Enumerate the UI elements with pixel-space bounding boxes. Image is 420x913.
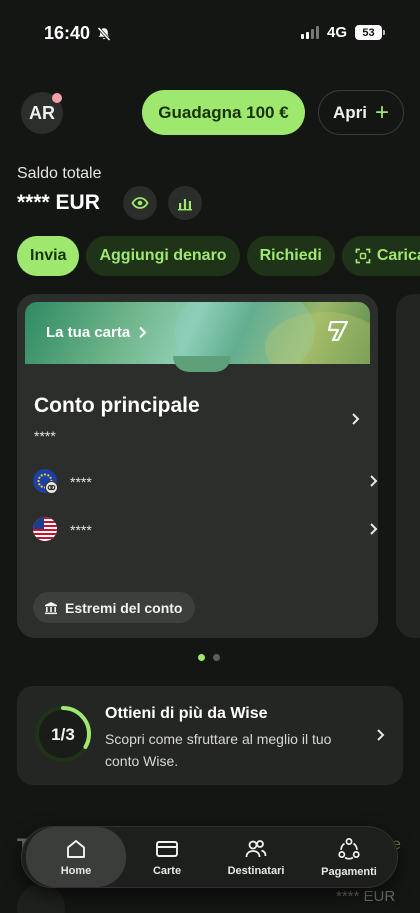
tab-cards-label: Carte — [152, 864, 182, 877]
scan-icon — [355, 248, 371, 264]
recipients-icon — [245, 839, 267, 857]
chevron-right-icon — [370, 523, 378, 535]
main-account-card[interactable]: La tua carta Conto principale **** **** … — [17, 294, 378, 638]
wise-logo-icon — [327, 321, 348, 341]
payments-icon — [338, 837, 360, 860]
tab-home-label: Home — [60, 864, 92, 877]
transaction-amount-partial: **** EUR — [336, 888, 396, 905]
bar-chart-icon — [178, 199, 192, 211]
eye-icon — [131, 197, 149, 209]
carousel-dot[interactable] — [213, 654, 220, 661]
account-details-button[interactable]: Estremi del conto — [33, 592, 196, 623]
currency-row-eur[interactable]: **** — [33, 466, 378, 496]
plus-icon: + — [374, 98, 389, 126]
progress-ring: 1/3 — [35, 706, 91, 762]
tab-cards[interactable]: Carte — [126, 827, 208, 887]
card-icon — [156, 840, 178, 857]
toggle-visibility-button[interactable] — [123, 186, 157, 220]
send-chip[interactable]: Invia — [17, 236, 80, 276]
add-money-chip-label: Aggiungi denaro — [99, 247, 227, 264]
tab-recipients[interactable]: Destinatari — [212, 827, 300, 887]
promo-description: Scopri come sfruttare al meglio il tuo c… — [105, 731, 332, 769]
add-money-chip[interactable]: Aggiungi denaro — [86, 236, 240, 276]
chevron-right-icon — [139, 326, 147, 339]
chevron-right-icon — [370, 475, 378, 487]
currency-row-usd[interactable]: **** — [33, 514, 378, 544]
network-type: 4G — [326, 24, 347, 41]
transaction-icon-partial — [17, 884, 65, 913]
eur-masked-balance: **** — [70, 474, 92, 490]
chevron-right-icon — [352, 413, 360, 425]
cellular-signal-icon — [300, 26, 319, 39]
bank-icon — [45, 601, 57, 614]
tab-payments-label: Pagamenti — [321, 865, 377, 878]
open-account-button[interactable]: Apri + — [318, 90, 404, 135]
chevron-right-icon — [377, 729, 385, 741]
tab-home[interactable]: Home — [26, 827, 126, 887]
battery-icon: 53 — [355, 25, 385, 40]
account-title: Conto principale — [34, 394, 200, 417]
earn-reward-button[interactable]: Guadagna 100 € — [142, 90, 305, 135]
usd-masked-balance: **** — [70, 522, 92, 538]
get-more-card[interactable]: 1/3 Ottieni di più da Wise Scopri come s… — [17, 686, 403, 785]
link-badge-icon — [45, 481, 58, 494]
tab-recipients-label: Destinatari — [227, 864, 285, 877]
upload-chip-label: Carica — [376, 247, 420, 264]
send-chip-label: Invia — [30, 247, 67, 264]
avatar[interactable]: AR — [21, 92, 63, 134]
account-masked-balance: **** — [34, 428, 56, 444]
status-bar: 16:40 4G 53 — [0, 0, 420, 64]
battery-level: 53 — [362, 26, 375, 39]
bottom-tab-bar: Home Carte Destinatari Pagamenti — [21, 826, 398, 888]
balance-label: Saldo totale — [17, 165, 102, 182]
request-chip-label: Richiedi — [259, 247, 322, 264]
next-account-card[interactable] — [396, 294, 420, 638]
request-chip[interactable]: Richiedi — [246, 236, 335, 276]
home-icon — [67, 839, 85, 858]
carousel-dot-active[interactable] — [198, 654, 205, 661]
insights-button[interactable] — [168, 186, 202, 220]
balance-value: **** EUR — [17, 191, 100, 214]
bell-muted-icon — [97, 26, 111, 41]
account-details-label: Estremi del conto — [65, 599, 183, 616]
earn-reward-label: Guadagna 100 € — [158, 102, 289, 122]
status-time: 16:40 — [44, 23, 91, 43]
avatar-initials: AR — [29, 102, 55, 123]
tab-payments[interactable]: Pagamenti — [304, 827, 394, 887]
notification-dot — [52, 93, 62, 103]
your-card-label: La tua carta — [46, 324, 131, 341]
open-account-label: Apri — [332, 102, 367, 122]
us-flag-icon — [33, 517, 57, 541]
progress-text: 1/3 — [51, 725, 75, 744]
upload-chip[interactable]: Carica — [341, 236, 420, 276]
action-chips: Invia Aggiungi denaro Richiedi Carica — [17, 236, 420, 276]
carousel-dots — [198, 654, 220, 661]
promo-title: Ottieni di più da Wise — [105, 705, 268, 722]
your-card-banner[interactable]: La tua carta — [25, 302, 370, 364]
